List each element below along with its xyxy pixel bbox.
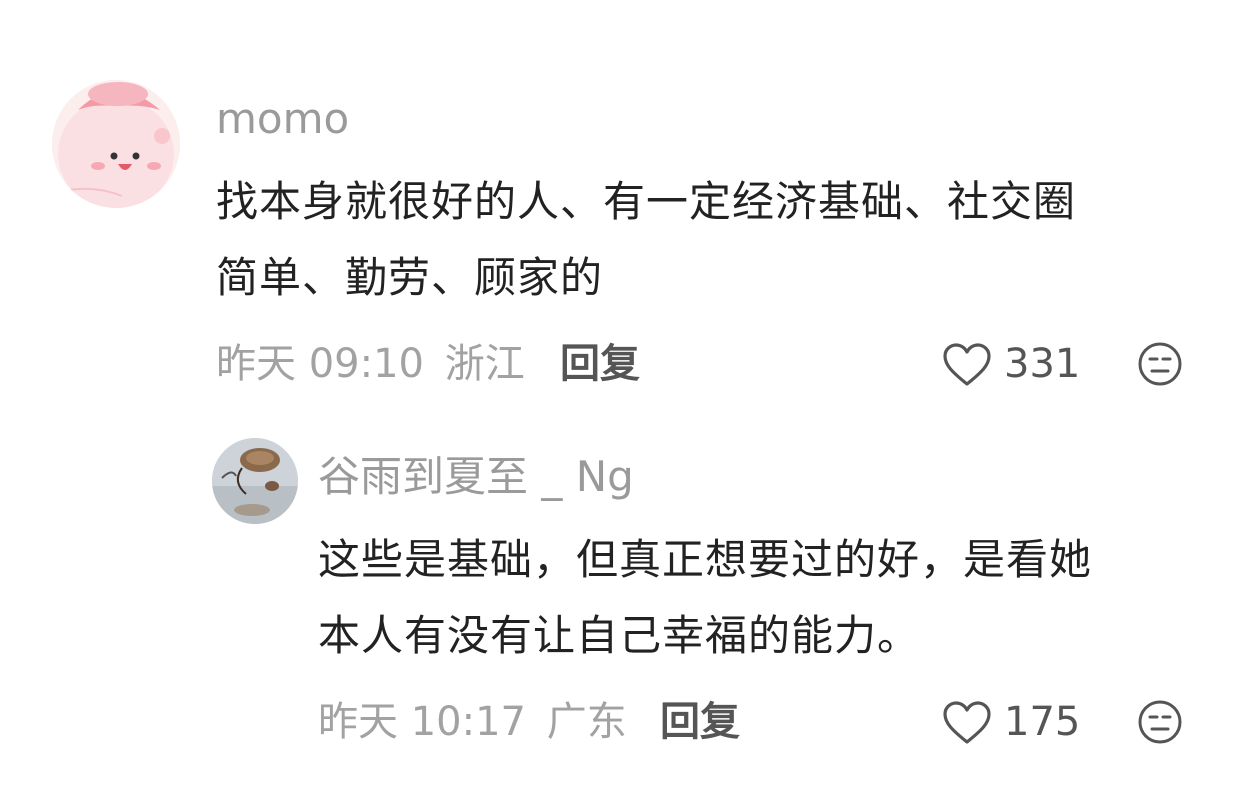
comment-text-line: 这些是基础，但真正想要过的好，是看她	[318, 535, 1093, 584]
comment-item: 谷雨到夏至 _ Ng 这些是基础，但真正想要过的好，是看她 本人有没有让自己幸福…	[0, 400, 1260, 786]
lotus-leaf-photo-avatar-icon	[212, 438, 298, 524]
like-count: 175	[1004, 699, 1081, 745]
comment-text-line: 找本身就很好的人、有一定经济基础、社交圈	[216, 177, 1077, 226]
comment-location: 浙江	[444, 341, 525, 387]
heart-outline-icon[interactable]	[942, 700, 992, 746]
unamused-face-icon[interactable]	[1136, 698, 1184, 746]
comment-text: 找本身就很好的人、有一定经济基础、社交圈 简单、勤劳、顾家的	[216, 164, 1076, 316]
pink-cartoon-avatar-icon	[52, 80, 180, 208]
unamused-face-icon[interactable]	[1136, 340, 1184, 388]
comment-meta: 昨天 09:10 浙江	[216, 344, 525, 384]
comment-meta: 昨天 10:17 广东	[318, 702, 627, 742]
avatar[interactable]	[52, 80, 180, 208]
comment-username[interactable]: momo	[216, 98, 349, 140]
comment-username[interactable]: 谷雨到夏至 _ Ng	[318, 456, 634, 498]
comment-time: 昨天 09:10	[216, 341, 424, 387]
reply-button[interactable]: 回复	[560, 344, 640, 384]
avatar[interactable]	[212, 438, 298, 524]
comment-time: 昨天 10:17	[318, 699, 526, 745]
reply-button[interactable]: 回复	[660, 702, 740, 742]
heart-outline-icon[interactable]	[942, 342, 992, 388]
comment-text-line: 简单、勤劳、顾家的	[216, 253, 604, 302]
comment-item: momo 找本身就很好的人、有一定经济基础、社交圈 简单、勤劳、顾家的 昨天 0…	[0, 0, 1260, 400]
comment-text: 这些是基础，但真正想要过的好，是看她 本人有没有让自己幸福的能力。	[318, 522, 1092, 674]
comment-location: 广东	[546, 699, 627, 745]
comment-text-line: 本人有没有让自己幸福的能力。	[318, 611, 921, 660]
like-count: 331	[1004, 341, 1081, 387]
